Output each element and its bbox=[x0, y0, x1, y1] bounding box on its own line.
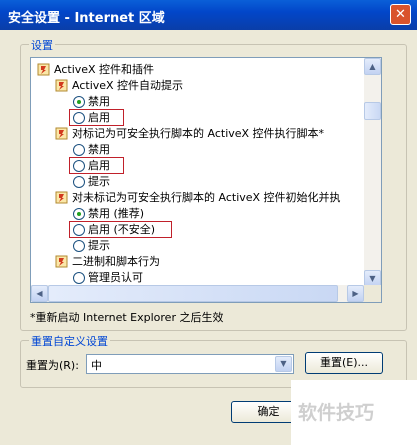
reset-level-value: 中 bbox=[91, 359, 102, 372]
radio-icon[interactable] bbox=[73, 144, 85, 156]
setting-category-icon bbox=[37, 63, 50, 76]
horizontal-scrollbar[interactable]: ◀ ▶ bbox=[31, 285, 364, 302]
title-bar: 安全设置 - Internet 区域 ✕ bbox=[0, 0, 417, 30]
setting-label: 二进制和脚本行为 bbox=[72, 255, 160, 268]
scrollbar-corner bbox=[364, 285, 381, 302]
scroll-left-button[interactable]: ◀ bbox=[31, 285, 48, 302]
radio-checked-icon[interactable] bbox=[73, 96, 85, 108]
highlight-box bbox=[69, 109, 124, 126]
setting-category-icon bbox=[55, 191, 68, 204]
settings-listbox[interactable]: ActiveX 控件和插件 ActiveX 控件自动提示 禁用 启用 对标记为可安全执行… bbox=[30, 57, 382, 303]
chevron-down-icon[interactable]: ▼ bbox=[275, 356, 292, 372]
radio-checked-icon[interactable] bbox=[73, 208, 85, 220]
reset-group-label: 重置自定义设置 bbox=[29, 333, 110, 349]
setting-label: 对标记为可安全执行脚本的 ActiveX 控件执行脚本* bbox=[72, 127, 325, 140]
highlight-box bbox=[69, 221, 172, 238]
reset-button[interactable]: 重置(E)... bbox=[305, 352, 383, 374]
setting-label: 管理员认可 bbox=[88, 271, 143, 284]
horizontal-scroll-thumb[interactable] bbox=[48, 285, 338, 302]
reset-level-select[interactable]: 中 ▼ bbox=[86, 354, 294, 374]
setting-label: 提示 bbox=[88, 239, 110, 252]
vertical-scrollbar[interactable]: ▲ ▼ bbox=[364, 58, 381, 287]
setting-label: ActiveX 控件自动提示 bbox=[72, 79, 184, 92]
radio-icon[interactable] bbox=[73, 176, 85, 188]
reset-to-label: 重置为(R): bbox=[26, 359, 79, 372]
setting-label: 禁用 (推荐) bbox=[88, 207, 145, 220]
close-button[interactable]: ✕ bbox=[390, 4, 411, 25]
restart-note: *重新启动 Internet Explorer 之后生效 bbox=[30, 311, 224, 324]
window-title: 安全设置 - Internet 区域 bbox=[8, 11, 165, 26]
setting-category-icon bbox=[55, 79, 68, 92]
scroll-up-button[interactable]: ▲ bbox=[364, 58, 381, 75]
scroll-right-button[interactable]: ▶ bbox=[347, 285, 364, 302]
watermark-text: 软件技巧 bbox=[298, 402, 375, 424]
radio-icon[interactable] bbox=[73, 272, 85, 284]
radio-icon[interactable] bbox=[73, 240, 85, 252]
highlight-box bbox=[69, 157, 124, 174]
setting-label: 提示 bbox=[88, 175, 110, 188]
vertical-scroll-thumb[interactable] bbox=[364, 102, 381, 120]
setting-label: ActiveX 控件和插件 bbox=[54, 63, 155, 76]
setting-label: 禁用 bbox=[88, 95, 110, 108]
setting-category-icon bbox=[55, 255, 68, 268]
setting-label: 对未标记为可安全执行脚本的 ActiveX 控件初始化并执 bbox=[72, 191, 341, 204]
settings-group-label: 设置 bbox=[29, 37, 55, 53]
setting-label: 禁用 bbox=[88, 143, 110, 156]
settings-tree: ActiveX 控件和插件 ActiveX 控件自动提示 禁用 启用 对标记为可安全执行… bbox=[31, 58, 364, 287]
setting-category-icon bbox=[55, 127, 68, 140]
